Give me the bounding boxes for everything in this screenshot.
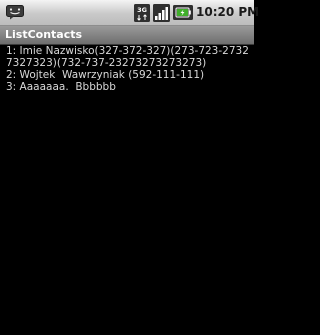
3g-icon: 3G	[134, 4, 150, 22]
signal-bars-icon	[153, 4, 170, 22]
battery-charging-icon	[173, 5, 193, 20]
status-bar[interactable]: 3G 10:20 PM	[0, 0, 260, 26]
status-clock: 10:20 PM	[196, 5, 260, 19]
contact-list: 1: Imie Nazwisko(327-372-327)(273-723-27…	[6, 45, 250, 93]
list-item[interactable]: 2: Wojtek Wawrzyniak (592-111-111)	[6, 69, 250, 81]
app-title: ListContacts	[5, 28, 83, 41]
chat-bubble-icon[interactable]	[6, 5, 24, 20]
list-item[interactable]: 3: Aaaaaaa. Bbbbbb	[6, 81, 250, 93]
svg-text:3G: 3G	[137, 6, 147, 14]
list-item[interactable]: 1: Imie Nazwisko(327-372-327)(273-723-27…	[6, 45, 250, 69]
phone-screen: 3G 10:20 PM ListContacts 1: Imie Nazwisk…	[0, 0, 260, 335]
app-title-bar: ListContacts	[0, 26, 254, 45]
